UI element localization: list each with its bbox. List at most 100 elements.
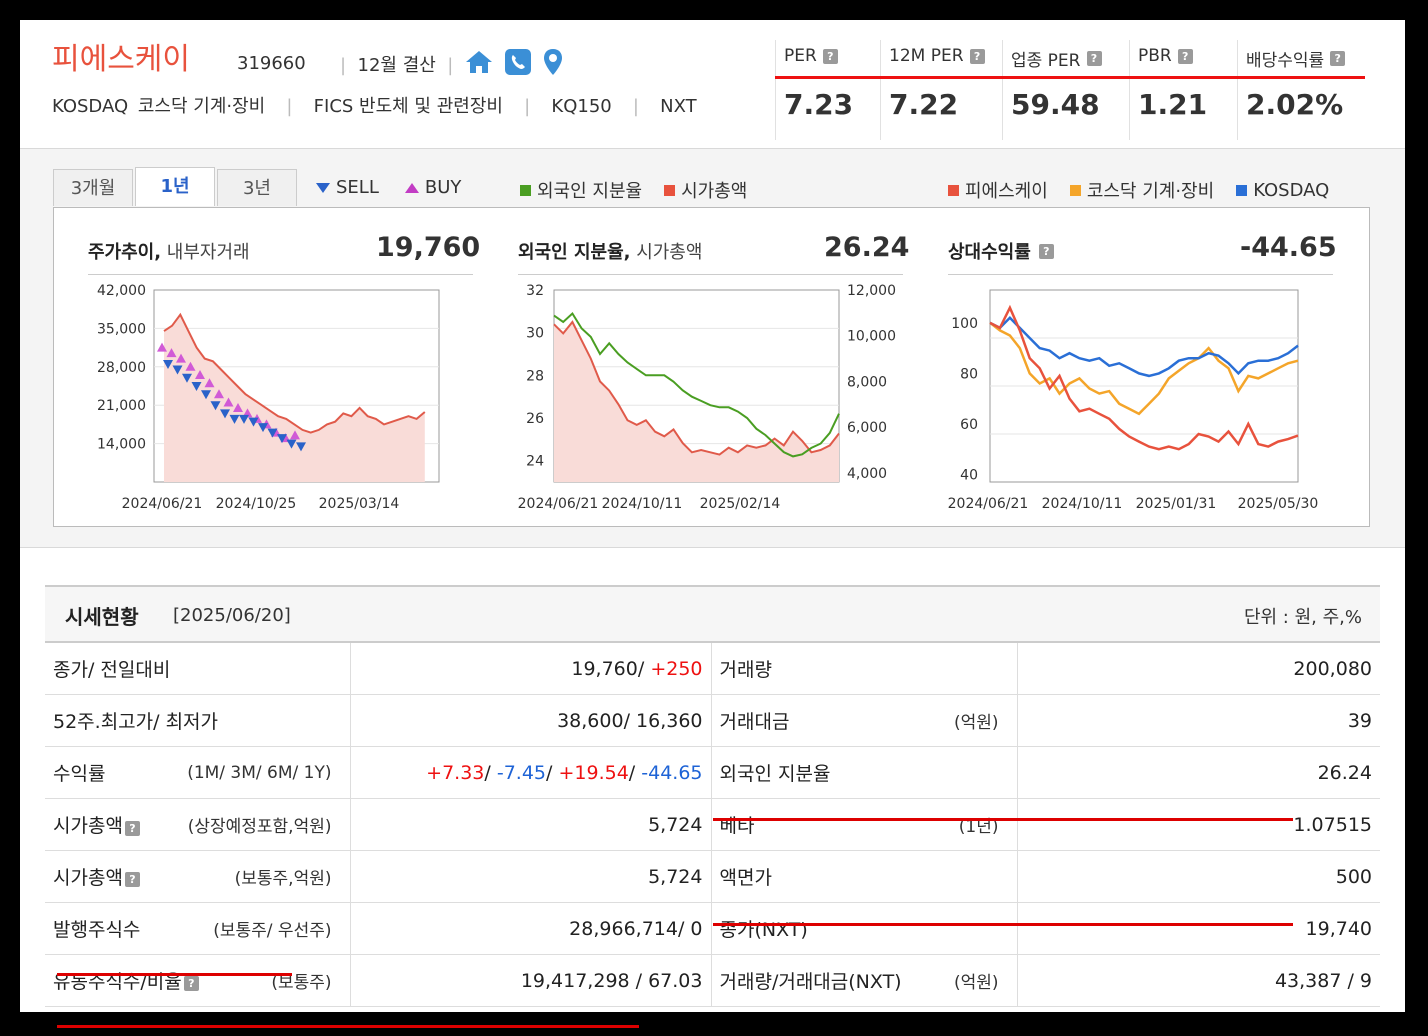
help-icon[interactable]: ? (969, 48, 985, 64)
x-tick-label: 2024/06/21 (948, 496, 1029, 512)
row-value-right: 26.24 (1017, 746, 1380, 799)
cell-value: 38,600/ 16,360 (557, 709, 703, 732)
highlight-underline (713, 818, 1293, 821)
metric-label: PER (784, 46, 817, 66)
label-sub: (1M/ 3M/ 6M/ 1Y) (187, 762, 332, 783)
x-tick-label: 2024/10/11 (1042, 496, 1123, 512)
row-label-left: 시가총액? (상장예정포함,억원) (45, 798, 351, 851)
separator: | (274, 96, 304, 117)
metric-value: 7.22 (889, 88, 959, 121)
cell-value: 19,740 (1305, 917, 1372, 940)
row-label-right: 거래대금 (억원) (711, 694, 1018, 747)
label-text: 종가/ 전일대비 (53, 659, 171, 681)
cell-value: 200,080 (1293, 657, 1372, 680)
nxt-label: NXT (660, 96, 697, 117)
x-tick-label: 2025/03/14 (319, 496, 400, 512)
location-pin-icon[interactable] (543, 48, 563, 76)
row-label-left: 종가/ 전일대비 (45, 643, 351, 695)
market-status-table: 시세현황 [2025/06/20] 단위 : 원, 주,% 종가/ 전일대비 19… (45, 585, 1380, 1028)
table-unit: 단위 : 원, 주,% (1243, 607, 1362, 628)
cell-value: 26.24 (1317, 761, 1372, 784)
label-sub: (1년) (958, 817, 999, 837)
help-icon[interactable]: ? (1177, 48, 1193, 64)
y-tick-label: 60 (960, 417, 978, 433)
help-icon[interactable]: ? (124, 871, 140, 887)
return-sep: / (546, 761, 559, 784)
row-value-left: 19,417,298 / 67.03 (350, 954, 712, 1007)
metric-label: PBR (1138, 46, 1172, 66)
legend-swatch (1236, 184, 1248, 196)
row-value-right: 1.07515 (1017, 798, 1380, 851)
y-left-tick-label: 26 (526, 411, 544, 427)
x-tick-label: 2024/06/21 (518, 496, 599, 512)
market-label: KOSDAQ (52, 96, 129, 117)
label-text: 종가(NXT) (719, 919, 808, 941)
legend-foreign-ratio: 외국인 지분율 (537, 181, 643, 202)
tab-1y[interactable]: 1년 (135, 167, 215, 206)
label-text: 거래량/거래대금(NXT) (719, 971, 902, 993)
company-name: 피에스케이 (52, 42, 190, 77)
sell-triangle-icon (316, 182, 330, 193)
metric-pbr: PBR? 1.21 (1129, 40, 1238, 140)
chart-panels: 주가추이, 내부자거래 19,760 외국인 지분율, 시가총액 26.24 상… (53, 207, 1370, 527)
y-tick-label: 42,000 (97, 283, 146, 299)
metric-dividend-yield: 배당수익률? 2.02% (1237, 40, 1373, 140)
cell-value: 39 (1347, 709, 1372, 732)
label-text: 거래량 (719, 659, 772, 681)
row-value-right: 43,387 / 9 (1017, 954, 1380, 1007)
sell-label: SELL (336, 177, 379, 198)
row-value-left: +7.33/ -7.45/ +19.54/ -44.65 (350, 746, 712, 799)
charts-canvas: 42,000 35,000 28,000 21,000 14,000 2024/06/21… (97, 283, 1319, 512)
tab-3m[interactable]: 3개월 (53, 169, 133, 206)
return-sep: / (628, 761, 642, 784)
metric-12m-per: 12M PER? 7.22 (880, 40, 1003, 140)
metrics-underline (775, 76, 1365, 79)
metric-label: 12M PER (889, 46, 964, 66)
row-label-right: 외국인 지분율 (711, 746, 1018, 799)
row-label-right: 액면가 (711, 850, 1018, 903)
status-grid: 종가/ 전일대비 19,760/ +250 거래량 200,080 52주.최고가/ 최… (45, 643, 1380, 1007)
table-row: 유동주식수/비율? (보통주) 19,417,298 / 67.03 거래량/거래대금… (45, 954, 1380, 1007)
table-row: 종가/ 전일대비 19,760/ +250 거래량 200,080 (45, 643, 1380, 695)
help-icon[interactable]: ? (822, 48, 838, 64)
label-text: 액면가 (719, 867, 772, 889)
tab-3y[interactable]: 3년 (217, 169, 297, 206)
metric-per: PER? 7.23 (775, 40, 881, 140)
foreign-legend: 외국인 지분율 시가총액 (520, 177, 747, 203)
row-label-left: 수익률 (1M/ 3M/ 6M/ 1Y) (45, 746, 351, 799)
y-tick-label: 28,000 (97, 360, 146, 376)
row-label-left: 52주.최고가/ 최저가 (45, 694, 351, 747)
price-change: +250 (650, 657, 703, 680)
cell-value: 5,724 (648, 865, 703, 888)
legend-company: 피에스케이 (965, 181, 1048, 202)
cell-value: 19,417,298 / 67.03 (520, 969, 703, 992)
label-sub: (상장예정포함,억원) (187, 817, 332, 837)
y-right-tick-label: 10,000 (847, 329, 896, 345)
table-row: 시가총액? (보통주,억원) 5,724 액면가 500 (45, 850, 1380, 903)
help-icon[interactable]: ? (183, 975, 199, 991)
table-row: 52주.최고가/ 최저가 38,600/ 16,360 거래대금 (억원) 39 (45, 694, 1380, 747)
period-tabs: 3개월 1년 3년 (53, 167, 299, 206)
x-tick-label: 2025/01/31 (1136, 496, 1217, 512)
metric-label: 업종 PER (1011, 51, 1081, 71)
cell-value: 500 (1335, 865, 1372, 888)
y-left-tick-label: 28 (526, 368, 544, 384)
help-icon[interactable]: ? (1330, 51, 1346, 66)
x-tick-label: 2025/02/14 (700, 496, 781, 512)
valuation-metrics: PER? 7.23 12M PER? 7.22 업종 PER? 59.48 PB… (775, 40, 1375, 140)
table-header: 시세현황 [2025/06/20] 단위 : 원, 주,% (45, 585, 1380, 643)
phone-icon[interactable] (505, 49, 531, 75)
x-tick-label: 2025/05/30 (1238, 496, 1319, 512)
x-tick-label: 2024/10/11 (602, 496, 683, 512)
legend-market-cap: 시가총액 (681, 181, 748, 202)
settlement-label: 12월 결산 (357, 55, 436, 76)
insider-legend: SELL BUY (316, 177, 461, 198)
row-label-left: 시가총액? (보통주,억원) (45, 850, 351, 903)
help-icon[interactable]: ? (1086, 51, 1102, 66)
home-icon[interactable] (465, 49, 493, 75)
row-label-left: 발행주식수 (보통주/ 우선주) (45, 902, 351, 955)
help-icon[interactable]: ? (124, 821, 140, 836)
label-text: 베타 (719, 815, 755, 837)
label-sub: (보통주,억원) (234, 869, 332, 889)
page-frame: 피에스케이 319660 | 12월 결산 | KOSDAQ 코스닥 기계·장비… (20, 20, 1405, 1028)
